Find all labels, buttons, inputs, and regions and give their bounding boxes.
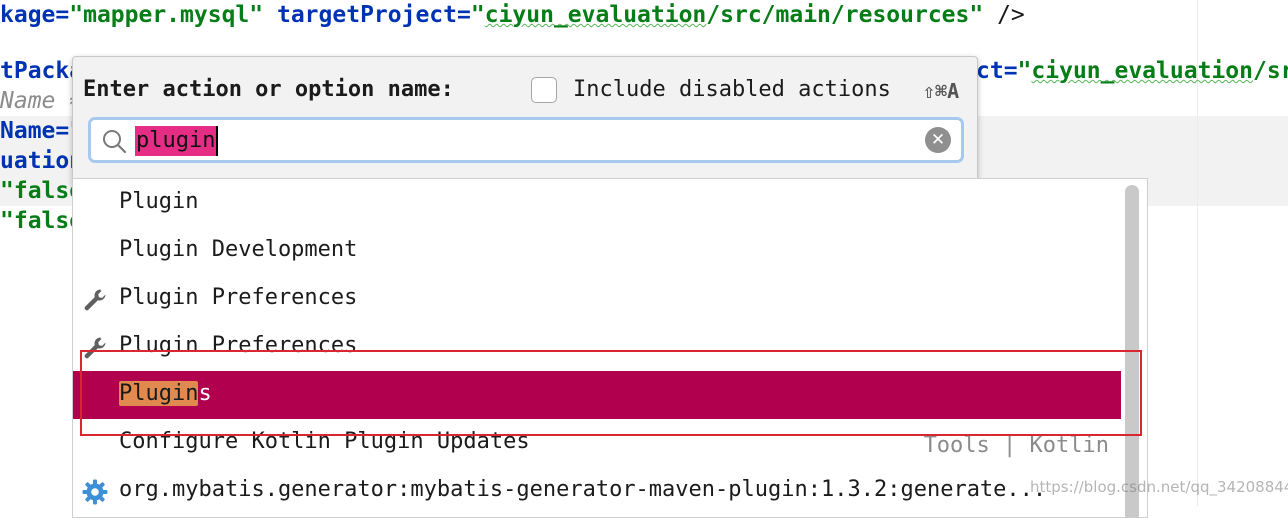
popup-title: Enter action or option name: <box>83 77 454 102</box>
watermark: https://blog.csdn.net/qq_34208844 <box>1030 478 1288 496</box>
gear-icon <box>82 479 108 505</box>
code-line-3: Name ≈ <box>0 88 84 114</box>
list-item-label: Plugins <box>119 381 212 406</box>
code-line-1: kage="mapper.mysql" targetProject="ciyun… <box>0 2 1025 28</box>
list-item-label: Plugin Development <box>119 237 358 262</box>
list-item-label: Plugin <box>119 189 199 214</box>
code-line-2-right: ct="ciyun_evaluation/sr <box>976 58 1288 84</box>
code-line-5: uation <box>0 148 84 174</box>
list-item-selected[interactable]: Plugins <box>73 371 1121 419</box>
text-caret <box>216 126 219 156</box>
search-input[interactable]: plugin ✕ <box>88 117 964 163</box>
code-line-6: "false <box>0 178 84 204</box>
list-item-label: Plugin Preferences <box>119 333 358 358</box>
wrench-icon <box>84 289 106 311</box>
include-disabled-checkbox[interactable] <box>531 77 557 103</box>
search-icon <box>103 130 127 154</box>
search-query[interactable]: plugin <box>135 126 219 156</box>
find-action-popup: Enter action or option name: Include dis… <box>72 56 978 188</box>
list-item[interactable]: Plugin Preferences <box>73 323 1121 371</box>
include-disabled-label[interactable]: Include disabled actions <box>573 77 891 102</box>
list-item[interactable]: Plugin Development <box>73 227 1121 275</box>
list-item[interactable]: Configure Kotlin Plugin Updates Tools | … <box>73 419 1121 467</box>
list-item[interactable]: Plugin <box>73 179 1121 227</box>
wrench-icon <box>84 337 106 359</box>
list-scrollbar[interactable] <box>1125 185 1139 517</box>
list-item-label: org.mybatis.generator:mybatis-generator-… <box>119 477 1047 502</box>
code-line-4: Name=" <box>0 118 84 144</box>
clear-search-icon[interactable]: ✕ <box>925 127 951 153</box>
shortcut-hint: ⇧⌘A <box>923 79 960 103</box>
match-highlight: Plugin <box>119 381 199 406</box>
code-line-2-left: tPacka <box>0 58 84 84</box>
results-list[interactable]: Plugin Plugin Development Plugin Prefere… <box>72 178 1148 518</box>
list-item-hint: Tools | Kotlin <box>923 433 1109 458</box>
code-line-7: "false <box>0 208 84 234</box>
list-item-label: Configure Kotlin Plugin Updates <box>119 429 530 454</box>
list-item-label: Plugin Preferences <box>119 285 358 310</box>
list-item[interactable]: Plugin Preferences <box>73 275 1121 323</box>
list-item[interactable]: org.mybatis.generator:mybatis-generator-… <box>73 467 1121 515</box>
